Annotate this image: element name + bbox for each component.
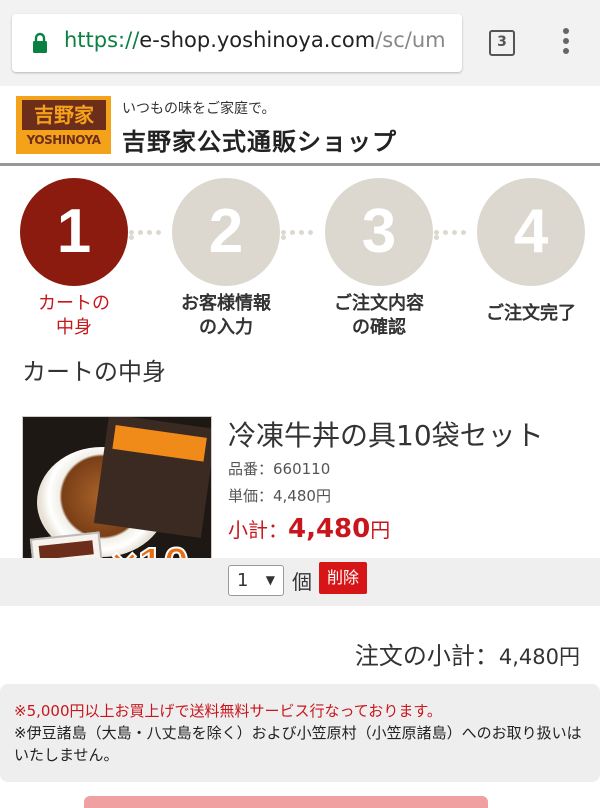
cart-item: ×10 冷凍牛丼の具10袋セット 品番：660110 単価：4,480円 小計：… <box>0 398 600 622</box>
tagline: いつもの味をご家庭で。 <box>122 101 276 117</box>
logo-jp-text: 吉野家 <box>22 100 106 130</box>
url-text[interactable]: https://e-shop.yoshinoya.com/sc/um <box>64 28 454 52</box>
step-label: お客様情報 の入力 <box>181 293 271 338</box>
quantity-unit: 個 <box>292 570 312 594</box>
order-subtotal-label: 注文の小計： <box>354 642 499 670</box>
step-number: 1 <box>20 178 128 286</box>
logo-en-text: YOSHINOYA <box>26 133 101 147</box>
delete-button[interactable]: 削除 <box>319 562 367 594</box>
shipping-exclusion-notice: ※伊豆諸島（大島・八丈島を除く）および小笠原村（小笠原諸島）へのお取り扱いはいた… <box>14 724 582 764</box>
item-subtotal-value: 4,480 <box>288 514 371 544</box>
step-number: 4 <box>477 178 585 286</box>
step-label: カートの 中身 <box>38 293 110 338</box>
section-title: カートの中身 <box>22 358 166 386</box>
step-customer-info: 2 お客様情報 の入力 <box>171 178 281 340</box>
next-button[interactable] <box>84 796 488 808</box>
lock-icon <box>33 32 47 53</box>
shipping-notice: ※5,000円以上お買上げで送料無料サービス行なっております。 ※伊豆諸島（大島… <box>0 684 600 782</box>
free-shipping-notice: ※5,000円以上お買上げで送料無料サービス行なっております。 <box>14 702 442 720</box>
step-complete: 4 ご注文完了 <box>476 178 586 326</box>
step-connector <box>281 230 325 240</box>
item-subtotal: 小計：4,480円 <box>228 514 390 544</box>
step-label: ご注文完了 <box>486 303 576 324</box>
item-subtotal-unit: 円 <box>370 518 391 542</box>
quantity-select[interactable]: 1 ▼ <box>228 565 284 596</box>
step-cart: 1 カートの 中身 <box>19 178 129 340</box>
site-header: 吉野家 YOSHINOYA いつもの味をご家庭で。 吉野家公式通販ショップ <box>0 86 600 166</box>
shop-name[interactable]: 吉野家公式通販ショップ <box>122 122 397 157</box>
checkout-steps: 1 カートの 中身 2 お客様情報 の入力 3 ご注文内容 の確認 4 ご注文完… <box>0 172 600 342</box>
unit-price: 単価：4,480円 <box>228 487 331 505</box>
order-subtotal: 注文の小計：4,480円 <box>355 636 580 671</box>
dropdown-arrow-icon: ▼ <box>265 573 275 587</box>
quantity-row: 1 ▼ 個 削除 <box>0 558 600 606</box>
step-label: ご注文内容 の確認 <box>334 293 424 338</box>
step-connector <box>129 230 173 240</box>
step-confirm: 3 ご注文内容 の確認 <box>324 178 434 340</box>
step-number: 3 <box>325 178 433 286</box>
url-path: /sc/um <box>375 28 446 52</box>
step-number: 2 <box>172 178 280 286</box>
step-connector <box>434 230 478 240</box>
overflow-menu-icon[interactable] <box>562 28 570 58</box>
yoshinoya-logo[interactable]: 吉野家 YOSHINOYA <box>16 96 111 154</box>
tab-switcher-button[interactable]: 3 <box>489 30 515 56</box>
url-host: e-shop.yoshinoya.com <box>139 28 376 52</box>
order-subtotal-value: 4,480円 <box>498 645 580 669</box>
product-name[interactable]: 冷凍牛丼の具10袋セット <box>228 414 544 454</box>
browser-toolbar: https://e-shop.yoshinoya.com/sc/um 3 <box>0 0 600 86</box>
address-bar[interactable]: https://e-shop.yoshinoya.com/sc/um <box>12 14 462 72</box>
item-subtotal-label: 小計： <box>228 518 288 542</box>
url-scheme: https:// <box>64 28 140 52</box>
quantity-value: 1 <box>237 570 249 591</box>
product-code: 品番：660110 <box>228 460 331 478</box>
product-package-graphic <box>93 417 211 538</box>
